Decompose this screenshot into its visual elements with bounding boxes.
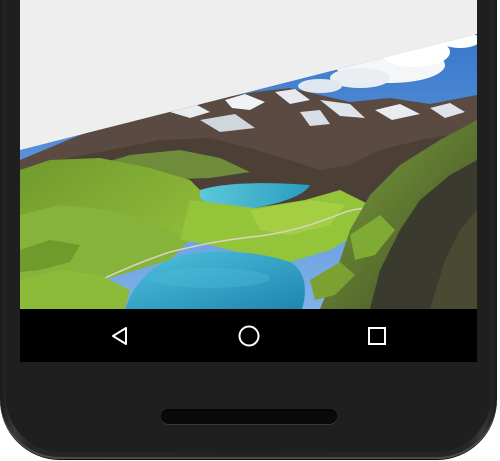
- back-button[interactable]: [105, 321, 135, 351]
- app-content-area: [20, 0, 477, 309]
- landscape-wallpaper: [20, 34, 477, 309]
- square-recents-icon: [368, 327, 386, 345]
- circle-home-icon: [238, 325, 260, 347]
- speaker-grille: [161, 409, 337, 424]
- phone-screen: [20, 0, 477, 362]
- device-mockup: [0, 0, 500, 461]
- navigation-bar: [20, 309, 477, 362]
- recents-button[interactable]: [362, 321, 392, 351]
- triangle-back-icon: [112, 327, 127, 345]
- home-button[interactable]: [234, 321, 264, 351]
